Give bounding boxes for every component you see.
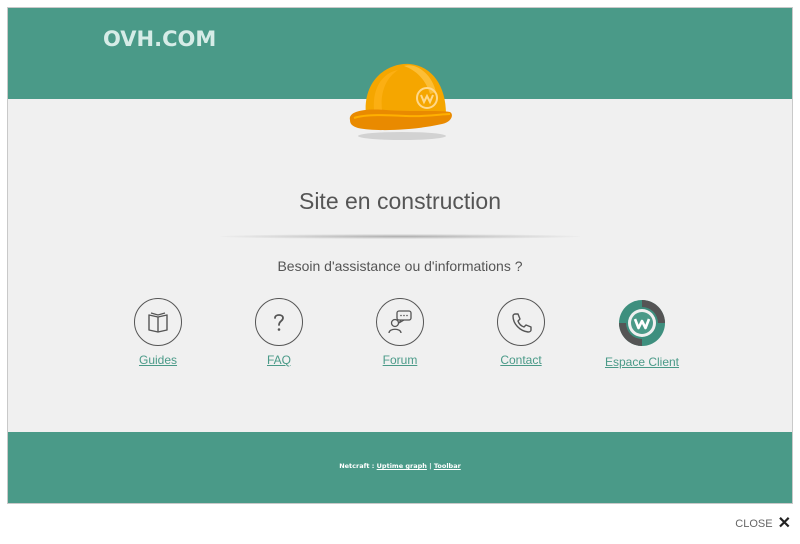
footer-banner: Netcraft : Uptime graph | Toolbar [8,432,792,503]
netcraft-links: Netcraft : Uptime graph | Toolbar [8,462,792,470]
assistance-subtitle: Besoin d'assistance ou d'informations ? [277,258,523,274]
phone-icon [497,298,545,346]
close-button[interactable]: CLOSE ✕ [735,516,791,532]
ovh-client-icon [617,298,667,348]
hard-hat-icon [346,52,454,146]
book-icon [134,298,182,346]
espace-client-link[interactable]: Espace Client [587,298,697,369]
uptime-graph-link[interactable]: Uptime graph [377,462,427,470]
contact-label[interactable]: Contact [466,353,576,367]
contact-link[interactable]: Contact [466,298,576,367]
title-divider [220,234,580,239]
close-icon: ✕ [777,515,791,532]
toolbar-link[interactable]: Toolbar [434,462,461,470]
guides-link[interactable]: Guides [103,298,213,367]
espace-client-label[interactable]: Espace Client [587,355,697,369]
ovh-logo[interactable]: OVH.COM [103,27,216,51]
netcraft-prefix: Netcraft : [339,462,375,470]
forum-label[interactable]: Forum [345,353,455,367]
faq-link[interactable]: FAQ [224,298,334,367]
question-icon [255,298,303,346]
forum-icon [376,298,424,346]
page-title: Site en construction [298,188,501,214]
faq-label[interactable]: FAQ [224,353,334,367]
close-label: CLOSE [735,518,773,530]
forum-link[interactable]: Forum [345,298,455,367]
page-frame: OVH.COM Site en construction Besoin d'as… [7,7,793,504]
footer-separator: | [429,462,432,470]
guides-label[interactable]: Guides [103,353,213,367]
